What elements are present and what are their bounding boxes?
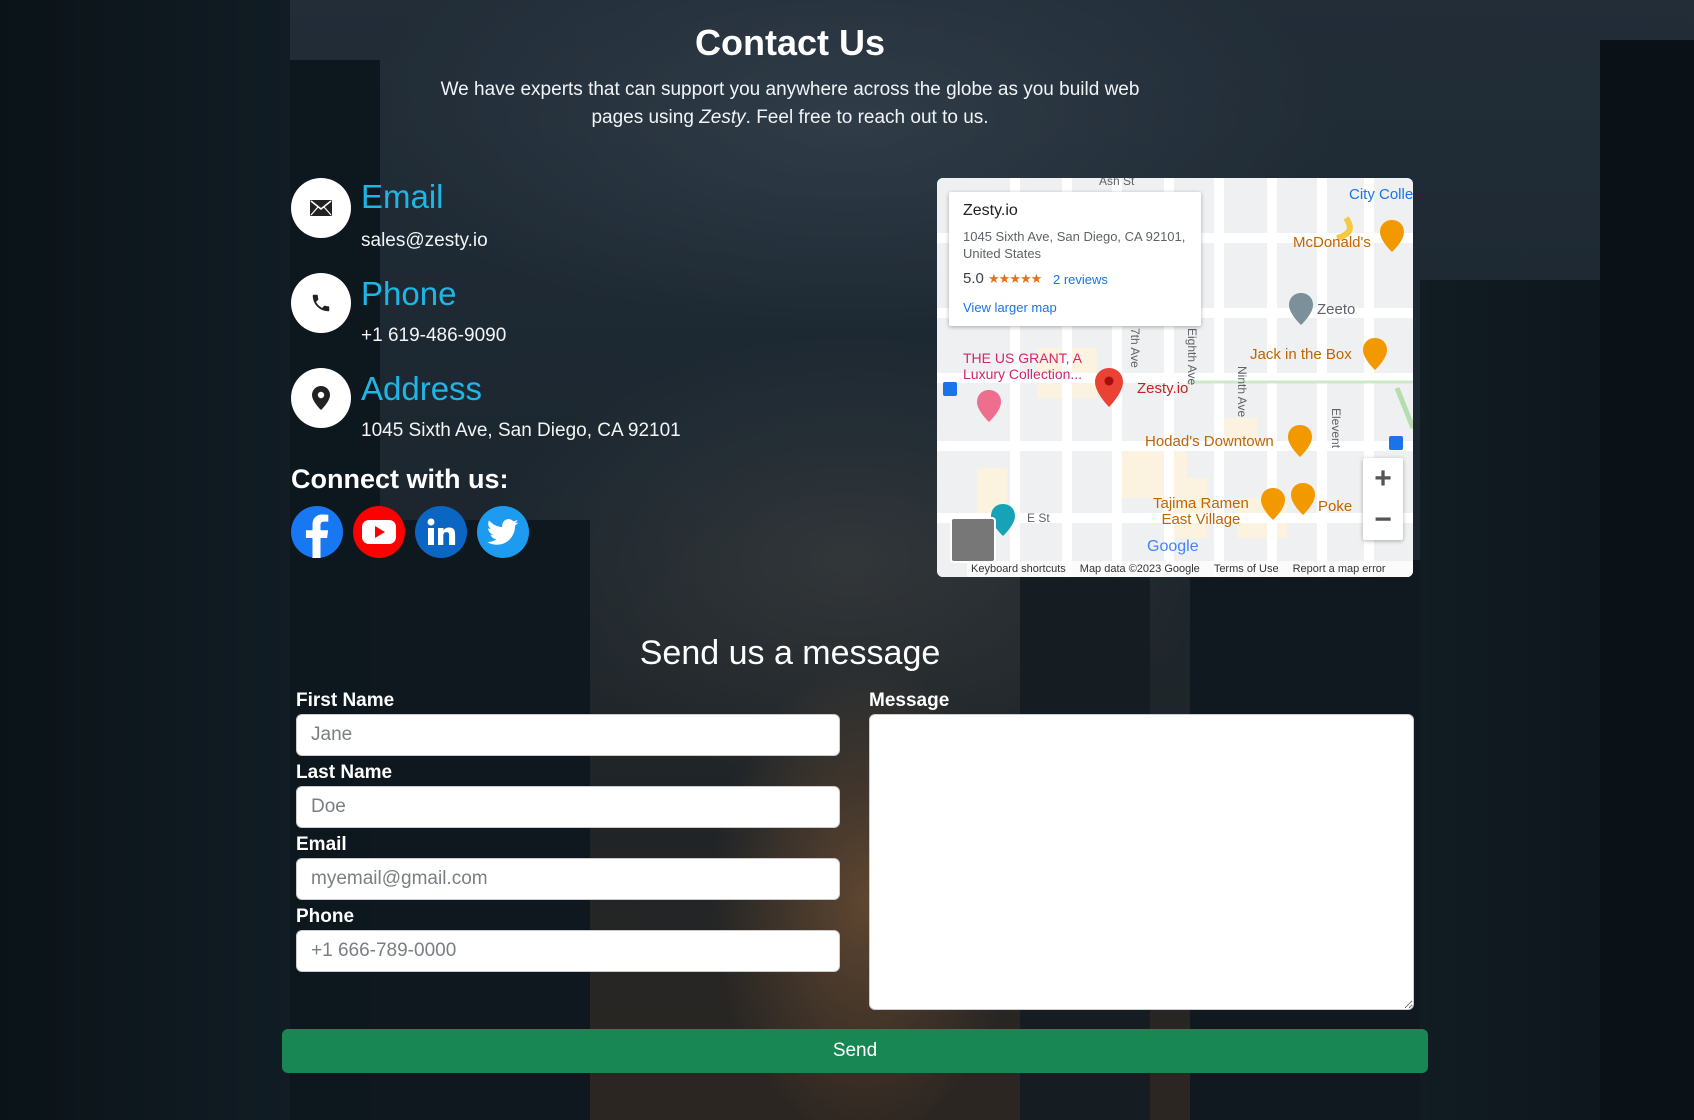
email-value[interactable]: sales@zesty.io — [361, 230, 488, 252]
phone-value[interactable]: +1 619-486-9090 — [361, 325, 506, 347]
page-subtitle: We have experts that can support you any… — [440, 79, 1140, 128]
map-label-poke: Poke — [1318, 498, 1353, 515]
map-label-mcdonalds: McDonald's — [1293, 234, 1371, 251]
map-footer: Keyboard shortcuts Map data ©2023 Google… — [967, 561, 1413, 577]
first-name-input[interactable] — [296, 714, 840, 756]
email-input[interactable] — [296, 858, 840, 900]
zoom-in-button[interactable]: + — [1363, 458, 1403, 499]
google-map[interactable]: THE US GRANT, A Luxury Collection... Zest… — [937, 178, 1413, 577]
phone-icon — [291, 273, 351, 333]
map-data-attribution: Map data ©2023 Google — [1079, 563, 1200, 575]
message-label: Message — [869, 690, 950, 711]
map-label-zeeto: Zeeto — [1317, 301, 1356, 318]
connect-title: Connect with us: — [291, 464, 509, 494]
address-label: Address — [361, 370, 483, 407]
terms-link[interactable]: Terms of Use — [1214, 563, 1279, 575]
envelope-icon — [291, 178, 351, 238]
map-label-us-grant: THE US GRANT, A Luxury Collection... — [963, 350, 1083, 382]
report-error-link[interactable]: Report a map error — [1293, 563, 1386, 575]
map-label-tajima: Tajima Ramen East Village — [1153, 495, 1249, 528]
place-rating: 5.0 ★★★★★ — [963, 270, 1042, 287]
last-name-input[interactable] — [296, 786, 840, 828]
phone-field-label: Phone — [296, 906, 355, 927]
keyboard-shortcuts-link[interactable]: Keyboard shortcuts — [971, 563, 1066, 575]
message-textarea[interactable] — [869, 714, 1414, 1010]
social-links — [291, 506, 529, 558]
place-address: 1045 Sixth Ave, San Diego, CA 92101, Uni… — [963, 229, 1186, 261]
page-title: Contact Us — [694, 22, 886, 63]
map-label-jack: Jack in the Box — [1250, 346, 1352, 363]
map-zoom-controls: + − — [1363, 458, 1403, 540]
map-label-hodads: Hodad's Downtown — [1145, 433, 1274, 450]
map-pin-icon — [291, 368, 351, 428]
map-label-city-college: City Colle — [1349, 186, 1413, 203]
map-label-eighth-ave: Eighth Ave — [1185, 328, 1199, 386]
brand-name: Zesty — [699, 107, 746, 128]
google-logo: Google — [1147, 538, 1199, 555]
facebook-icon[interactable] — [291, 506, 343, 558]
last-name-label: Last Name — [296, 762, 393, 783]
place-name: Zesty.io — [963, 202, 1018, 219]
youtube-icon[interactable] — [353, 506, 405, 558]
first-name-label: First Name — [296, 690, 395, 711]
star-rating-icon: ★★★★★ — [988, 271, 1042, 286]
phone-label: Phone — [361, 275, 457, 312]
map-label-e-st: E St — [1027, 511, 1050, 525]
map-label-eleventh: Elevent — [1329, 408, 1343, 449]
map-label-ash-st: Ash St — [1099, 178, 1135, 188]
map-label-zesty: Zesty.io — [1137, 380, 1189, 397]
twitter-icon[interactable] — [477, 506, 529, 558]
zoom-out-button[interactable]: − — [1363, 499, 1403, 540]
map-label-ninth-ave: Ninth Ave — [1235, 366, 1249, 418]
view-larger-map-link[interactable]: View larger map — [963, 300, 1057, 315]
place-card: Zesty.io 1045 Sixth Ave, San Diego, CA 9… — [949, 192, 1201, 326]
email-label: Email — [361, 178, 444, 215]
map-label-seventh-ave: 7th Ave — [1128, 328, 1142, 368]
phone-input[interactable] — [296, 930, 840, 972]
email-field-label: Email — [296, 834, 347, 855]
reviews-link[interactable]: 2 reviews — [1053, 272, 1108, 287]
linkedin-icon[interactable] — [415, 506, 467, 558]
address-value: 1045 Sixth Ave, San Diego, CA 92101 — [361, 420, 681, 441]
form-title: Send us a message — [639, 634, 941, 672]
send-button[interactable]: Send — [282, 1029, 1428, 1073]
